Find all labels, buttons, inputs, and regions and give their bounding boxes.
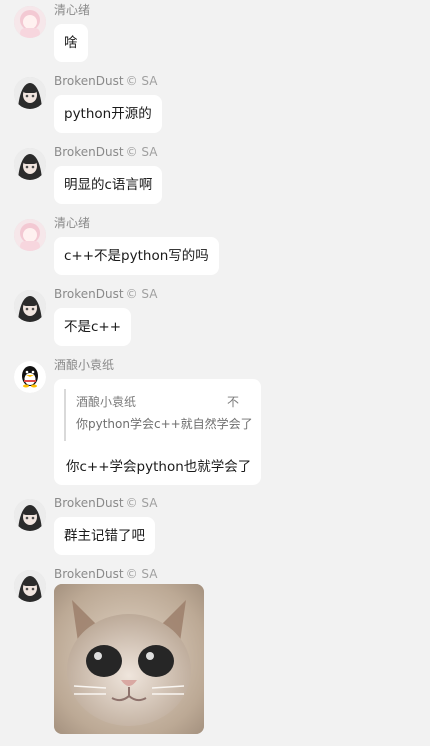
member-badge: © SA [125,74,158,88]
user-avatar-qq-penguin[interactable] [14,361,46,393]
user-avatar-brokendust[interactable] [14,148,46,180]
sender-name: BrokenDust © SA [54,567,158,581]
sender-name: BrokenDust © SA [54,287,158,301]
chat-area: 清心绪 啥 BrokenDust © SA python开源的 BrokenDu… [0,0,430,746]
message-text: 不是c++ [64,319,122,335]
member-badge: © SA [125,496,158,510]
user-avatar-brokendust[interactable] [14,290,46,322]
quoted-reply-bubble[interactable]: 酒酿小袁纸 不 你python学会c++就自然学会了 你c++学会python也… [54,379,261,485]
kitten-photo[interactable] [54,584,204,734]
quoted-message-text: 你python学会c++就自然学会了 [76,417,253,431]
message-text: 啥 [64,35,78,51]
message-bubble[interactable]: 啥 [54,24,88,62]
message-text: 你c++学会python也就学会了 [66,459,252,475]
sender-name: BrokenDust © SA [54,496,158,510]
sender-name: BrokenDust © SA [54,74,158,88]
sender-name: 酒酿小袁纸 [54,358,115,372]
message-bubble[interactable]: 群主记错了吧 [54,517,155,555]
quoted-message-time: 不 [226,395,239,409]
message-text: 明显的c语言啊 [64,177,153,193]
message-bubble[interactable]: 不是c++ [54,308,132,346]
member-badge: © SA [125,287,158,301]
user-avatar-brokendust[interactable] [14,77,46,109]
message-text: c++不是python写的吗 [64,248,209,264]
member-badge: © SA [125,567,158,581]
message-bubble[interactable]: 明显的c语言啊 [54,166,163,204]
user-avatar-brokendust[interactable] [14,570,46,602]
sender-name: BrokenDust © SA [54,145,158,159]
user-avatar-qingxinxu[interactable] [14,219,46,251]
message-bubble[interactable]: python开源的 [54,95,162,133]
message-bubble[interactable]: c++不是python写的吗 [54,237,219,275]
sender-name: 清心绪 [54,3,91,17]
user-avatar-brokendust[interactable] [14,499,46,531]
quoted-sender-name: 酒酿小袁纸 [76,395,137,409]
sender-name: 清心绪 [54,216,91,230]
message-text: 群主记错了吧 [64,528,145,544]
user-avatar-qingxinxu[interactable] [14,6,46,38]
message-text: python开源的 [64,106,152,122]
member-badge: © SA [125,145,158,159]
quote-divider [64,389,66,441]
